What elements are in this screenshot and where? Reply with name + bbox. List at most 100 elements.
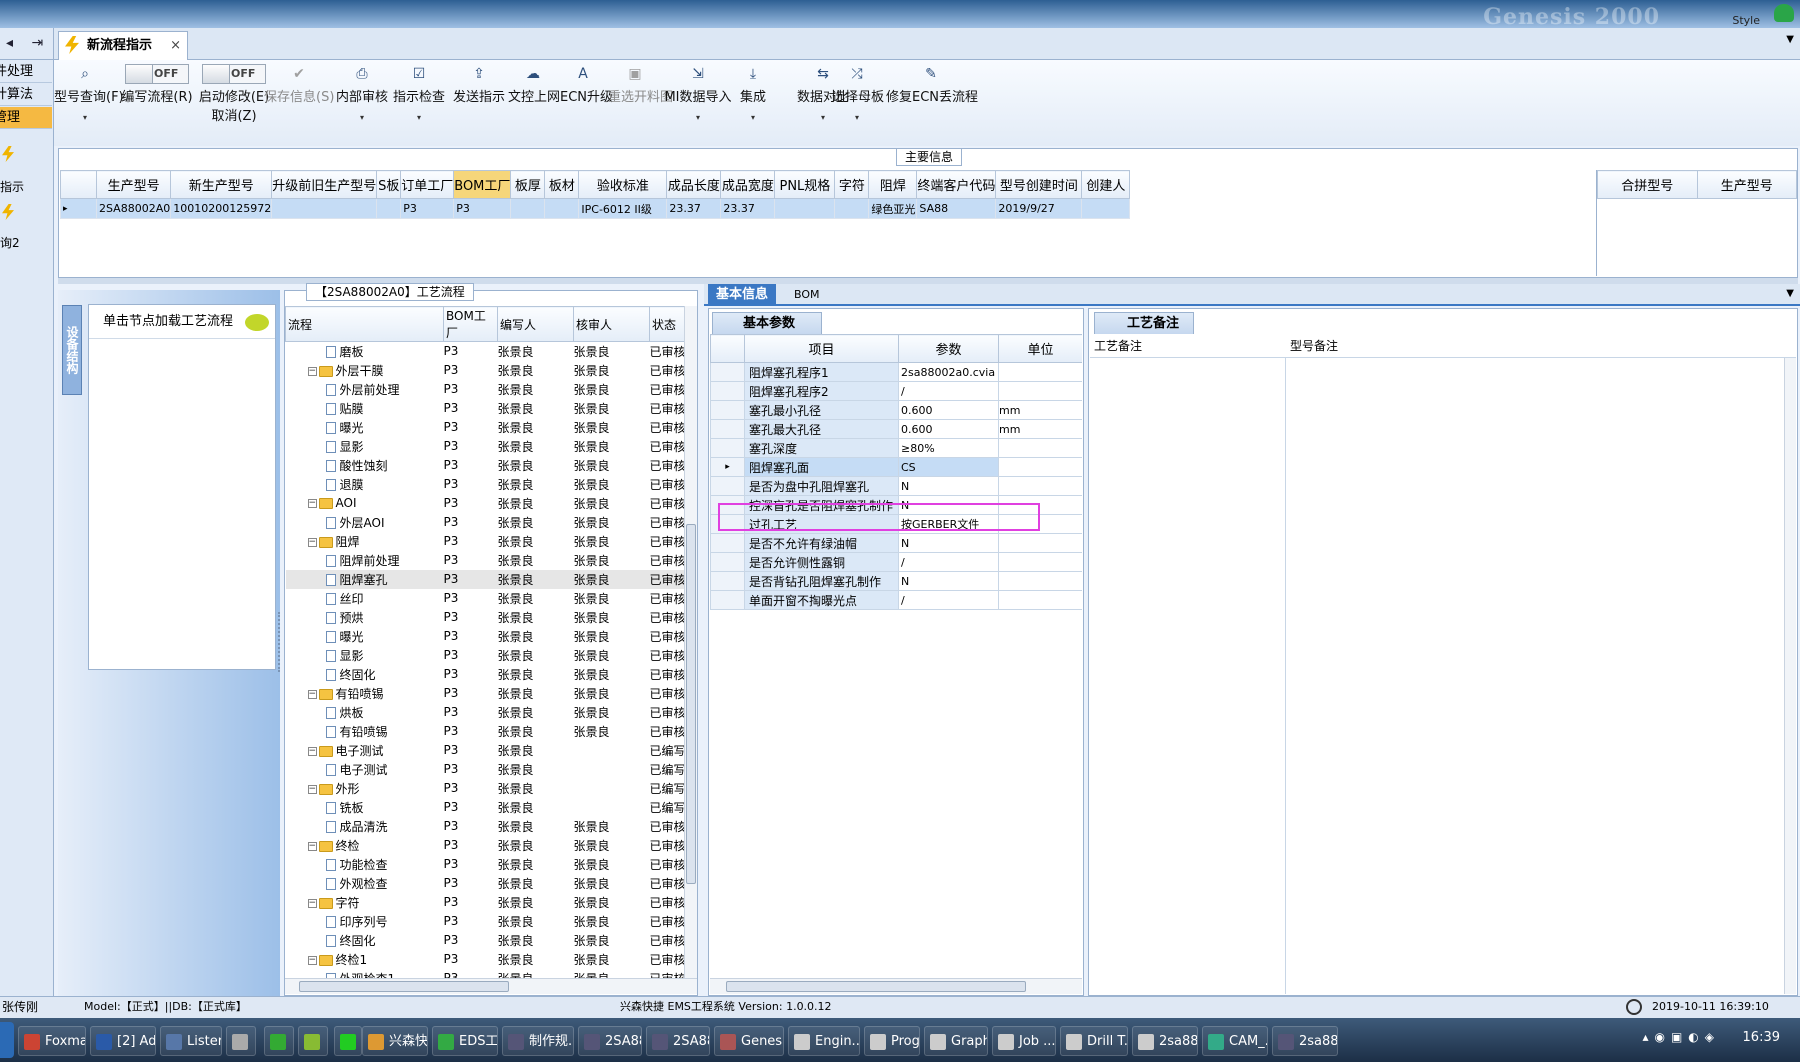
column-header[interactable]: 字符 — [834, 170, 870, 199]
column-header[interactable]: 流程 — [285, 306, 444, 342]
toolbar-button-10[interactable]: ⇲ MI数据导入 ▾ — [664, 64, 732, 144]
phone-icon[interactable] — [1774, 4, 1794, 22]
remarks-vscroll[interactable] — [1784, 358, 1796, 994]
column-header[interactable]: 参数 — [898, 334, 999, 363]
chevron-down-icon[interactable]: ▼ — [1786, 34, 1794, 45]
tree-row[interactable]: − 终检1 P3 张景良 张景良 已审核 — [286, 950, 698, 969]
tree-row[interactable]: 丝印 P3 张景良 张景良 已审核 — [286, 589, 698, 608]
taskbar-item[interactable]: 2sa88... — [1272, 1026, 1338, 1056]
tree-row[interactable]: 外层AOI P3 张景良 张景良 已审核 — [286, 513, 698, 532]
column-header[interactable]: 订单工厂 — [400, 170, 455, 199]
column-header[interactable]: BOM工厂 — [453, 170, 512, 199]
taskbar-item[interactable] — [298, 1026, 328, 1056]
tab-new-process[interactable]: 新流程指示 × — [58, 31, 188, 60]
tree-row[interactable]: 贴膜 P3 张景良 张景良 已审核 — [286, 399, 698, 418]
model-remark-textarea[interactable] — [1290, 358, 1784, 994]
exit-icon[interactable]: ⇥ — [31, 35, 43, 51]
tree-row[interactable]: 成品清洗 P3 张景良 张景良 已审核 — [286, 817, 698, 836]
nav-item-3[interactable]: 指示 — [0, 178, 24, 195]
tree-row[interactable]: 终固化 P3 张景良 张景良 已审核 — [286, 665, 698, 684]
tree-row[interactable]: 外层前处理 P3 张景良 张景良 已审核 — [286, 380, 698, 399]
tree-row[interactable]: − 阻焊 P3 张景良 张景良 已审核 — [286, 532, 698, 551]
taskbar-item[interactable]: EDS工... — [432, 1026, 498, 1056]
tree-row[interactable]: 退膜 P3 张景良 张景良 已审核 — [286, 475, 698, 494]
tree-row[interactable]: 阻焊塞孔 P3 张景良 张景良 已审核 — [285, 569, 697, 589]
column-header[interactable]: PNL规格 — [774, 170, 836, 199]
column-header[interactable]: 成品长度 — [666, 170, 722, 199]
param-value[interactable]: CS — [898, 457, 999, 477]
param-row[interactable]: 阻焊塞孔程序2/ — [710, 381, 1082, 401]
taskbar-item[interactable]: Engin... — [788, 1026, 860, 1056]
tree-row[interactable]: − 字符 P3 张景良 张景良 已审核 — [286, 893, 698, 912]
column-header[interactable]: BOM工厂 — [443, 306, 498, 342]
tree-row[interactable]: 阻焊前处理 P3 张景良 张景良 已审核 — [286, 551, 698, 570]
tree-row[interactable]: 曝光 P3 张景良 张景良 已审核 — [286, 418, 698, 437]
collapse-icon[interactable]: − — [307, 689, 317, 699]
taskbar-item[interactable]: Progr... — [864, 1026, 920, 1056]
nav-item-4[interactable]: 询2 — [0, 234, 20, 251]
param-row[interactable]: 阻焊塞孔程序1 2sa88002a0.cvia — [710, 362, 1082, 382]
collapse-icon[interactable]: − — [307, 366, 317, 376]
column-header[interactable]: 新生产型号 — [170, 170, 273, 199]
param-value[interactable]: / — [898, 381, 999, 401]
toolbar-label-2[interactable]: 取消(Z) — [198, 105, 270, 124]
taskbar-item[interactable]: Foxmail — [18, 1026, 86, 1056]
tree-row[interactable]: 有铅喷锡 P3 张景良 张景良 已审核 — [286, 722, 698, 741]
dropdown-arrow-icon[interactable]: ▾ — [734, 113, 772, 122]
back-arrow-icon[interactable]: ◂ — [6, 35, 13, 51]
tree-row[interactable]: − AOI P3 张景良 张景良 已审核 — [286, 494, 698, 513]
tree-row[interactable]: 磨板 P3 张景良 张景良 已审核 — [286, 342, 698, 361]
param-row[interactable]: 塞孔最大孔径 0.600 mm — [710, 419, 1082, 439]
tree-row[interactable]: 印序列号 P3 张景良 张景良 已审核 — [286, 912, 698, 931]
param-row[interactable]: 单面开窗不掏曝光点 / — [710, 590, 1082, 610]
dropdown-arrow-icon[interactable]: ▾ — [54, 113, 116, 122]
vtab-equipment[interactable]: 设备结构 — [62, 305, 82, 395]
tree-row[interactable]: 终固化 P3 张景良 张景良 已审核 — [286, 931, 698, 950]
param-row[interactable]: 塞孔最小孔径 0.600 mm — [710, 400, 1082, 420]
start-button[interactable] — [0, 1022, 14, 1058]
tree-row[interactable]: − 终检 P3 张景良 张景良 已审核 — [286, 836, 698, 855]
nav-item-2[interactable]: 管理 — [0, 107, 52, 129]
taskbar-item[interactable]: 2sa88... — [1132, 1026, 1198, 1056]
subtab-basic-params[interactable]: 基本参数 — [712, 312, 822, 334]
column-header[interactable]: 升级前旧生产型号 — [271, 170, 378, 199]
process-vscroll[interactable] — [684, 306, 697, 978]
taskbar-item[interactable]: Genesis — [714, 1026, 784, 1056]
scroll-thumb[interactable] — [299, 981, 509, 992]
param-value[interactable]: 0.600 — [898, 400, 999, 420]
taskbar-item[interactable]: CAM_... — [1202, 1026, 1268, 1056]
param-row[interactable]: ▸ 阻焊塞孔面 CS — [710, 457, 1082, 477]
nav-item-0[interactable]: 件处理 — [0, 61, 52, 83]
tab-bom[interactable]: BOM — [786, 284, 828, 306]
tree-row[interactable]: 铣板 P3 张景良 已编写 — [286, 798, 698, 817]
param-value[interactable]: 0.600 — [898, 419, 999, 439]
column-header[interactable]: 型号创建时间 — [995, 170, 1083, 199]
taskbar-item[interactable]: [2] Ad... — [90, 1026, 156, 1056]
param-row[interactable]: 是否背钻孔阻焊塞孔制作 N — [710, 571, 1082, 591]
column-header[interactable]: 核审人 — [573, 306, 650, 342]
taskbar-clock[interactable]: 16:39 — [1743, 1030, 1780, 1045]
tree-row[interactable]: 功能检查 P3 张景良 张景良 已审核 — [286, 855, 698, 874]
taskbar-item[interactable]: 兴森快... — [362, 1026, 428, 1056]
param-value[interactable]: ≥80% — [898, 438, 999, 458]
process-hscroll[interactable] — [285, 978, 697, 994]
param-value[interactable]: 2sa88002a0.cvia — [898, 362, 999, 382]
collapse-icon[interactable]: − — [307, 537, 317, 547]
column-header[interactable]: 单位 — [998, 334, 1082, 363]
taskbar-item[interactable] — [264, 1026, 294, 1056]
toolbar-button-11[interactable]: ⤓ 集成 ▾ — [734, 64, 772, 144]
toolbar-button-7[interactable]: ☁ 文控上网 — [508, 64, 560, 144]
param-value[interactable]: N — [898, 533, 999, 553]
dropdown-arrow-icon[interactable]: ▾ — [336, 113, 388, 122]
collapse-icon[interactable]: − — [307, 841, 317, 851]
param-row[interactable]: 是否为盘中孔阻焊塞孔 N — [710, 476, 1082, 496]
tray-icons[interactable]: ▴◉▣◐◈ — [1642, 1030, 1720, 1044]
table-row[interactable]: ▸ 2SA88002A0 10010200125972 P3 P3 IPC-6012 II… — [60, 198, 1131, 219]
column-header[interactable]: 板厚 — [510, 170, 546, 199]
column-header[interactable]: 成品宽度 — [720, 170, 776, 199]
chevron-down-icon[interactable]: ▼ — [1786, 288, 1794, 299]
toolbar-button-9[interactable]: ▣ 重选开料图 — [608, 64, 673, 144]
column-header[interactable]: 终端客户代码 — [916, 170, 997, 199]
tree-row[interactable]: 曝光 P3 张景良 张景良 已审核 — [286, 627, 698, 646]
param-value[interactable]: / — [898, 552, 999, 572]
